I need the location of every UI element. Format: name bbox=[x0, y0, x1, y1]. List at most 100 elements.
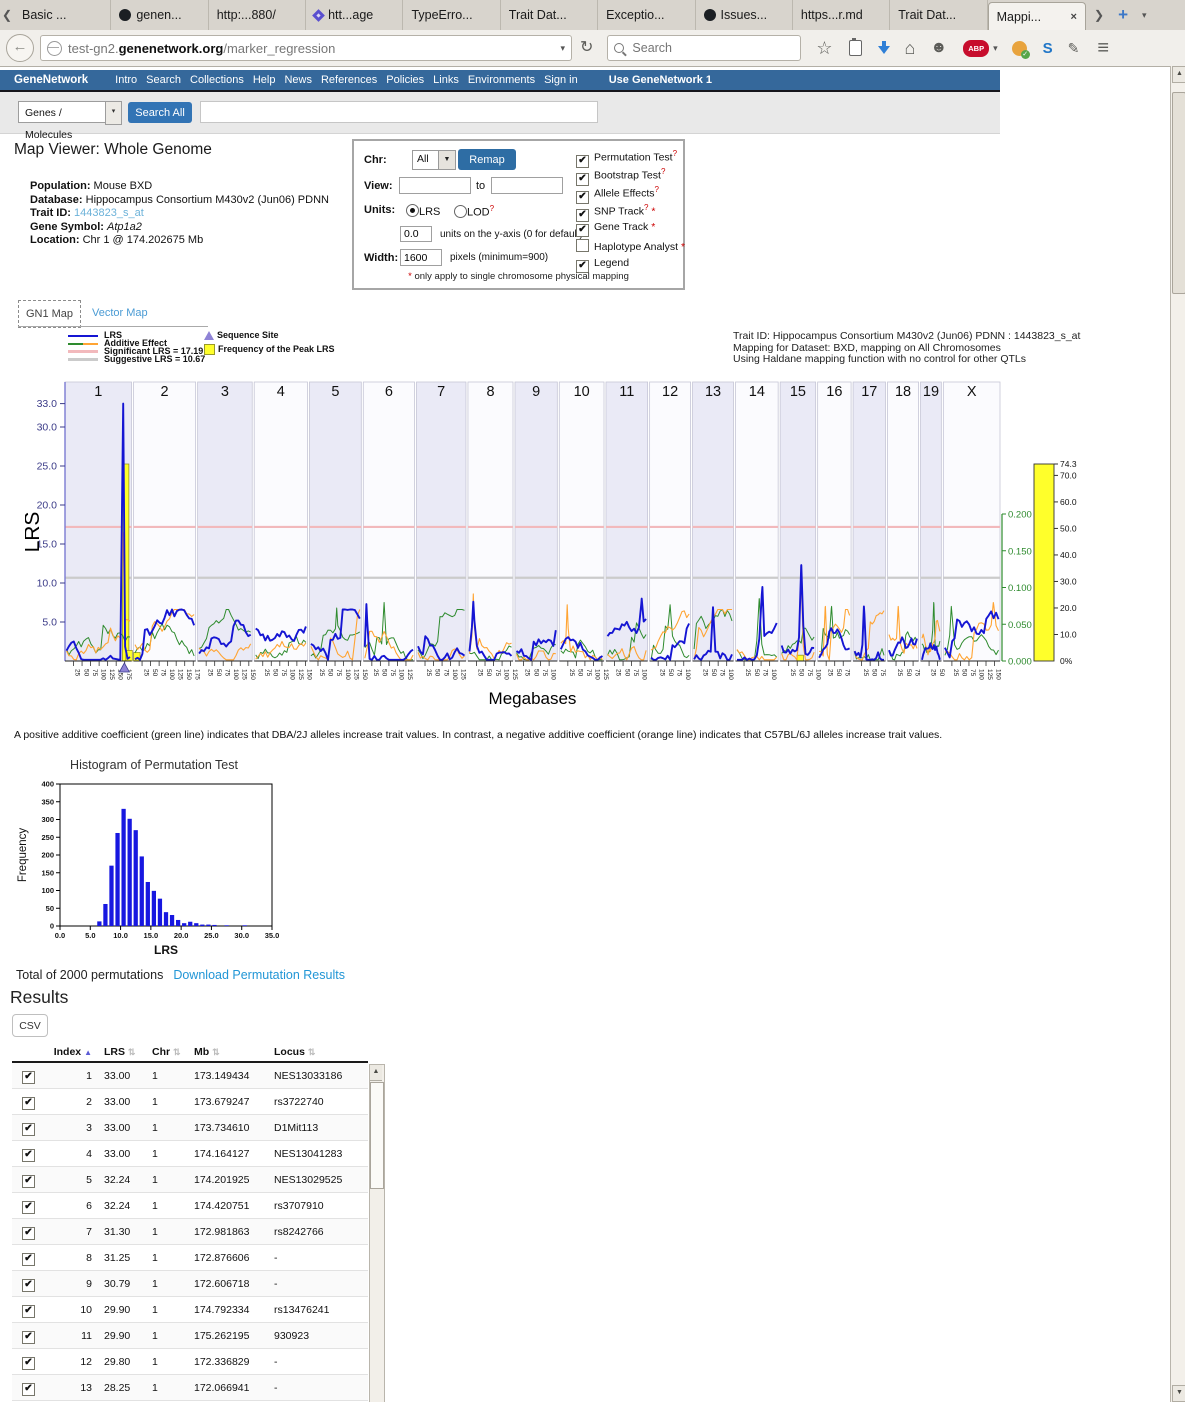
row-checkbox-checked-icon[interactable]: ✔ bbox=[22, 1071, 35, 1084]
row-checkbox-checked-icon[interactable]: ✔ bbox=[22, 1201, 35, 1214]
bookmark-star-icon[interactable]: ☆ bbox=[816, 40, 832, 56]
browser-tab[interactable]: Trait Dat... bbox=[501, 0, 598, 30]
radio-icon[interactable] bbox=[454, 205, 467, 218]
browser-tab[interactable]: Trait Dat... bbox=[890, 0, 987, 30]
help-icon[interactable]: ? bbox=[490, 204, 494, 213]
site-nav-item-collections[interactable]: Collections bbox=[190, 74, 244, 86]
row-checkbox-checked-icon[interactable]: ✔ bbox=[22, 1149, 35, 1162]
site-identity-icon[interactable] bbox=[47, 41, 62, 56]
site-nav-item-references[interactable]: References bbox=[321, 74, 377, 86]
row-checkbox-checked-icon[interactable]: ✔ bbox=[22, 1279, 35, 1292]
checkbox-checked-icon[interactable]: ✔ bbox=[576, 191, 589, 204]
browser-tab[interactable]: Issues... bbox=[696, 0, 793, 30]
site-nav-item-news[interactable]: News bbox=[284, 74, 312, 86]
sort-icon[interactable]: ⇅ bbox=[308, 1047, 316, 1057]
tab-scroll-right-icon[interactable]: ❯ bbox=[1094, 8, 1104, 22]
row-checkbox-checked-icon[interactable]: ✔ bbox=[22, 1175, 35, 1188]
help-icon[interactable]: ? bbox=[655, 185, 659, 194]
browser-tab[interactable]: Exceptio... bbox=[598, 0, 695, 30]
adblock-icon[interactable]: ABP bbox=[963, 40, 989, 57]
tab-list-dropdown-icon[interactable]: ▾ bbox=[1142, 10, 1147, 21]
view-from-input[interactable] bbox=[399, 177, 471, 194]
width-input[interactable] bbox=[400, 249, 442, 266]
trait-id-link[interactable]: 1443823_s_at bbox=[74, 207, 144, 219]
reload-icon[interactable]: ↻ bbox=[580, 40, 593, 56]
browser-tab[interactable]: https...r.md bbox=[793, 0, 890, 30]
scroll-up-icon[interactable]: ▲ bbox=[1172, 66, 1185, 83]
units-lod-radio[interactable]: LOD? bbox=[454, 204, 494, 219]
browser-tab[interactable]: genen... bbox=[111, 0, 208, 30]
scroll-down-icon[interactable]: ▼ bbox=[1172, 1385, 1185, 1402]
row-checkbox-checked-icon[interactable]: ✔ bbox=[22, 1383, 35, 1396]
col-mb[interactable]: Mb ⇅ bbox=[190, 1043, 270, 1062]
row-checkbox-checked-icon[interactable]: ✔ bbox=[22, 1357, 35, 1370]
option-snp-track[interactable]: ✔SNP Track? * bbox=[576, 203, 655, 217]
scrollbar-thumb[interactable] bbox=[1172, 92, 1185, 294]
url-dropdown-icon[interactable]: ▾ bbox=[560, 43, 565, 54]
tab-gn1-map[interactable]: GN1 Map bbox=[18, 300, 81, 328]
site-nav-item-help[interactable]: Help bbox=[253, 74, 276, 86]
col-lrs[interactable]: LRS ⇅ bbox=[100, 1043, 148, 1062]
row-checkbox-checked-icon[interactable]: ✔ bbox=[22, 1123, 35, 1136]
genome-scan-chart[interactable]: 12345678910111213141516171819X2550751001… bbox=[25, 374, 1085, 710]
use-gn1-link[interactable]: Use GeneNetwork 1 bbox=[609, 74, 712, 86]
help-icon[interactable]: ? bbox=[661, 167, 665, 176]
table-scrollbar-thumb[interactable] bbox=[370, 1082, 384, 1189]
back-button[interactable]: ← bbox=[6, 34, 34, 62]
browser-tab[interactable]: htt...age bbox=[306, 0, 403, 30]
site-search-input[interactable] bbox=[200, 101, 598, 123]
col-index[interactable]: Index ▲ bbox=[42, 1043, 100, 1062]
site-nav-item-intro[interactable]: Intro bbox=[115, 74, 137, 86]
option-permutation-test[interactable]: ✔Permutation Test? bbox=[576, 149, 677, 163]
search-box[interactable] bbox=[607, 35, 801, 61]
screenshot-addon-icon[interactable]: ✎ bbox=[1068, 40, 1080, 56]
sort-asc-icon[interactable]: ▲ bbox=[84, 1048, 92, 1057]
csv-button[interactable]: CSV bbox=[12, 1014, 48, 1037]
option-bootstrap-test[interactable]: ✔Bootstrap Test? bbox=[576, 167, 665, 181]
url-bar[interactable]: test-gn2.genenetwork.org/marker_regressi… bbox=[40, 35, 572, 61]
row-checkbox-checked-icon[interactable]: ✔ bbox=[22, 1331, 35, 1344]
y-units-input[interactable] bbox=[400, 226, 432, 242]
browser-tab[interactable]: TypeErro... bbox=[403, 0, 500, 30]
browser-tab[interactable]: Mappi...× bbox=[988, 2, 1086, 30]
site-nav-item-links[interactable]: Links bbox=[433, 74, 459, 86]
search-all-button[interactable]: Search All bbox=[128, 102, 192, 123]
table-scrollbar[interactable]: ▲ bbox=[369, 1064, 385, 1402]
page-scrollbar[interactable]: ▲ ▼ bbox=[1170, 66, 1185, 1402]
sort-icon[interactable]: ⇅ bbox=[212, 1047, 220, 1057]
units-lrs-radio[interactable]: LRS bbox=[406, 204, 440, 218]
checkbox-checked-icon[interactable]: ✔ bbox=[576, 209, 589, 222]
download-permutation-link[interactable]: Download Permutation Results bbox=[173, 968, 345, 982]
col-locus[interactable]: Locus ⇅ bbox=[270, 1043, 368, 1062]
tab-scroll-left-icon[interactable]: ❮ bbox=[0, 0, 14, 30]
s-addon-icon[interactable]: S bbox=[1043, 40, 1053, 57]
sort-icon[interactable]: ⇅ bbox=[128, 1047, 136, 1057]
row-checkbox-checked-icon[interactable]: ✔ bbox=[22, 1097, 35, 1110]
bookmarks-menu-icon[interactable] bbox=[849, 40, 862, 56]
checkbox-checked-icon[interactable]: ✔ bbox=[576, 224, 589, 237]
sort-icon[interactable]: ⇅ bbox=[173, 1047, 181, 1057]
tab-vector-map[interactable]: Vector Map bbox=[92, 307, 148, 319]
help-icon[interactable]: ? bbox=[673, 149, 677, 158]
browser-tab[interactable]: Basic ... bbox=[14, 0, 111, 30]
option-haplotype-analyst[interactable]: Haplotype Analyst * bbox=[576, 239, 685, 253]
view-to-input[interactable] bbox=[491, 177, 563, 194]
chr-select-dropdown-icon[interactable]: ▼ bbox=[438, 150, 456, 170]
checkbox-checked-icon[interactable]: ✔ bbox=[576, 173, 589, 186]
row-checkbox-checked-icon[interactable]: ✔ bbox=[22, 1227, 35, 1240]
col-chr[interactable]: Chr ⇅ bbox=[148, 1043, 190, 1062]
search-category-select[interactable]: Genes / Molecules bbox=[18, 101, 106, 123]
row-checkbox-checked-icon[interactable]: ✔ bbox=[22, 1305, 35, 1318]
adblock-dropdown-icon[interactable]: ▾ bbox=[993, 43, 998, 54]
site-nav-item-environments[interactable]: Environments bbox=[468, 74, 535, 86]
menu-hamburger-icon[interactable]: ≡ bbox=[1097, 40, 1109, 56]
radio-selected-icon[interactable] bbox=[406, 204, 419, 217]
site-brand[interactable]: GeneNetwork bbox=[14, 74, 88, 86]
site-nav-item-search[interactable]: Search bbox=[146, 74, 181, 86]
chat-icon[interactable]: ☻ bbox=[930, 40, 947, 56]
browser-search-input[interactable] bbox=[630, 40, 795, 56]
browser-tab[interactable]: http:...880/ bbox=[209, 0, 306, 30]
option-gene-track[interactable]: ✔Gene Track * bbox=[576, 221, 655, 235]
search-category-dropdown-icon[interactable]: ▾ bbox=[105, 101, 122, 125]
row-checkbox-checked-icon[interactable]: ✔ bbox=[22, 1253, 35, 1266]
